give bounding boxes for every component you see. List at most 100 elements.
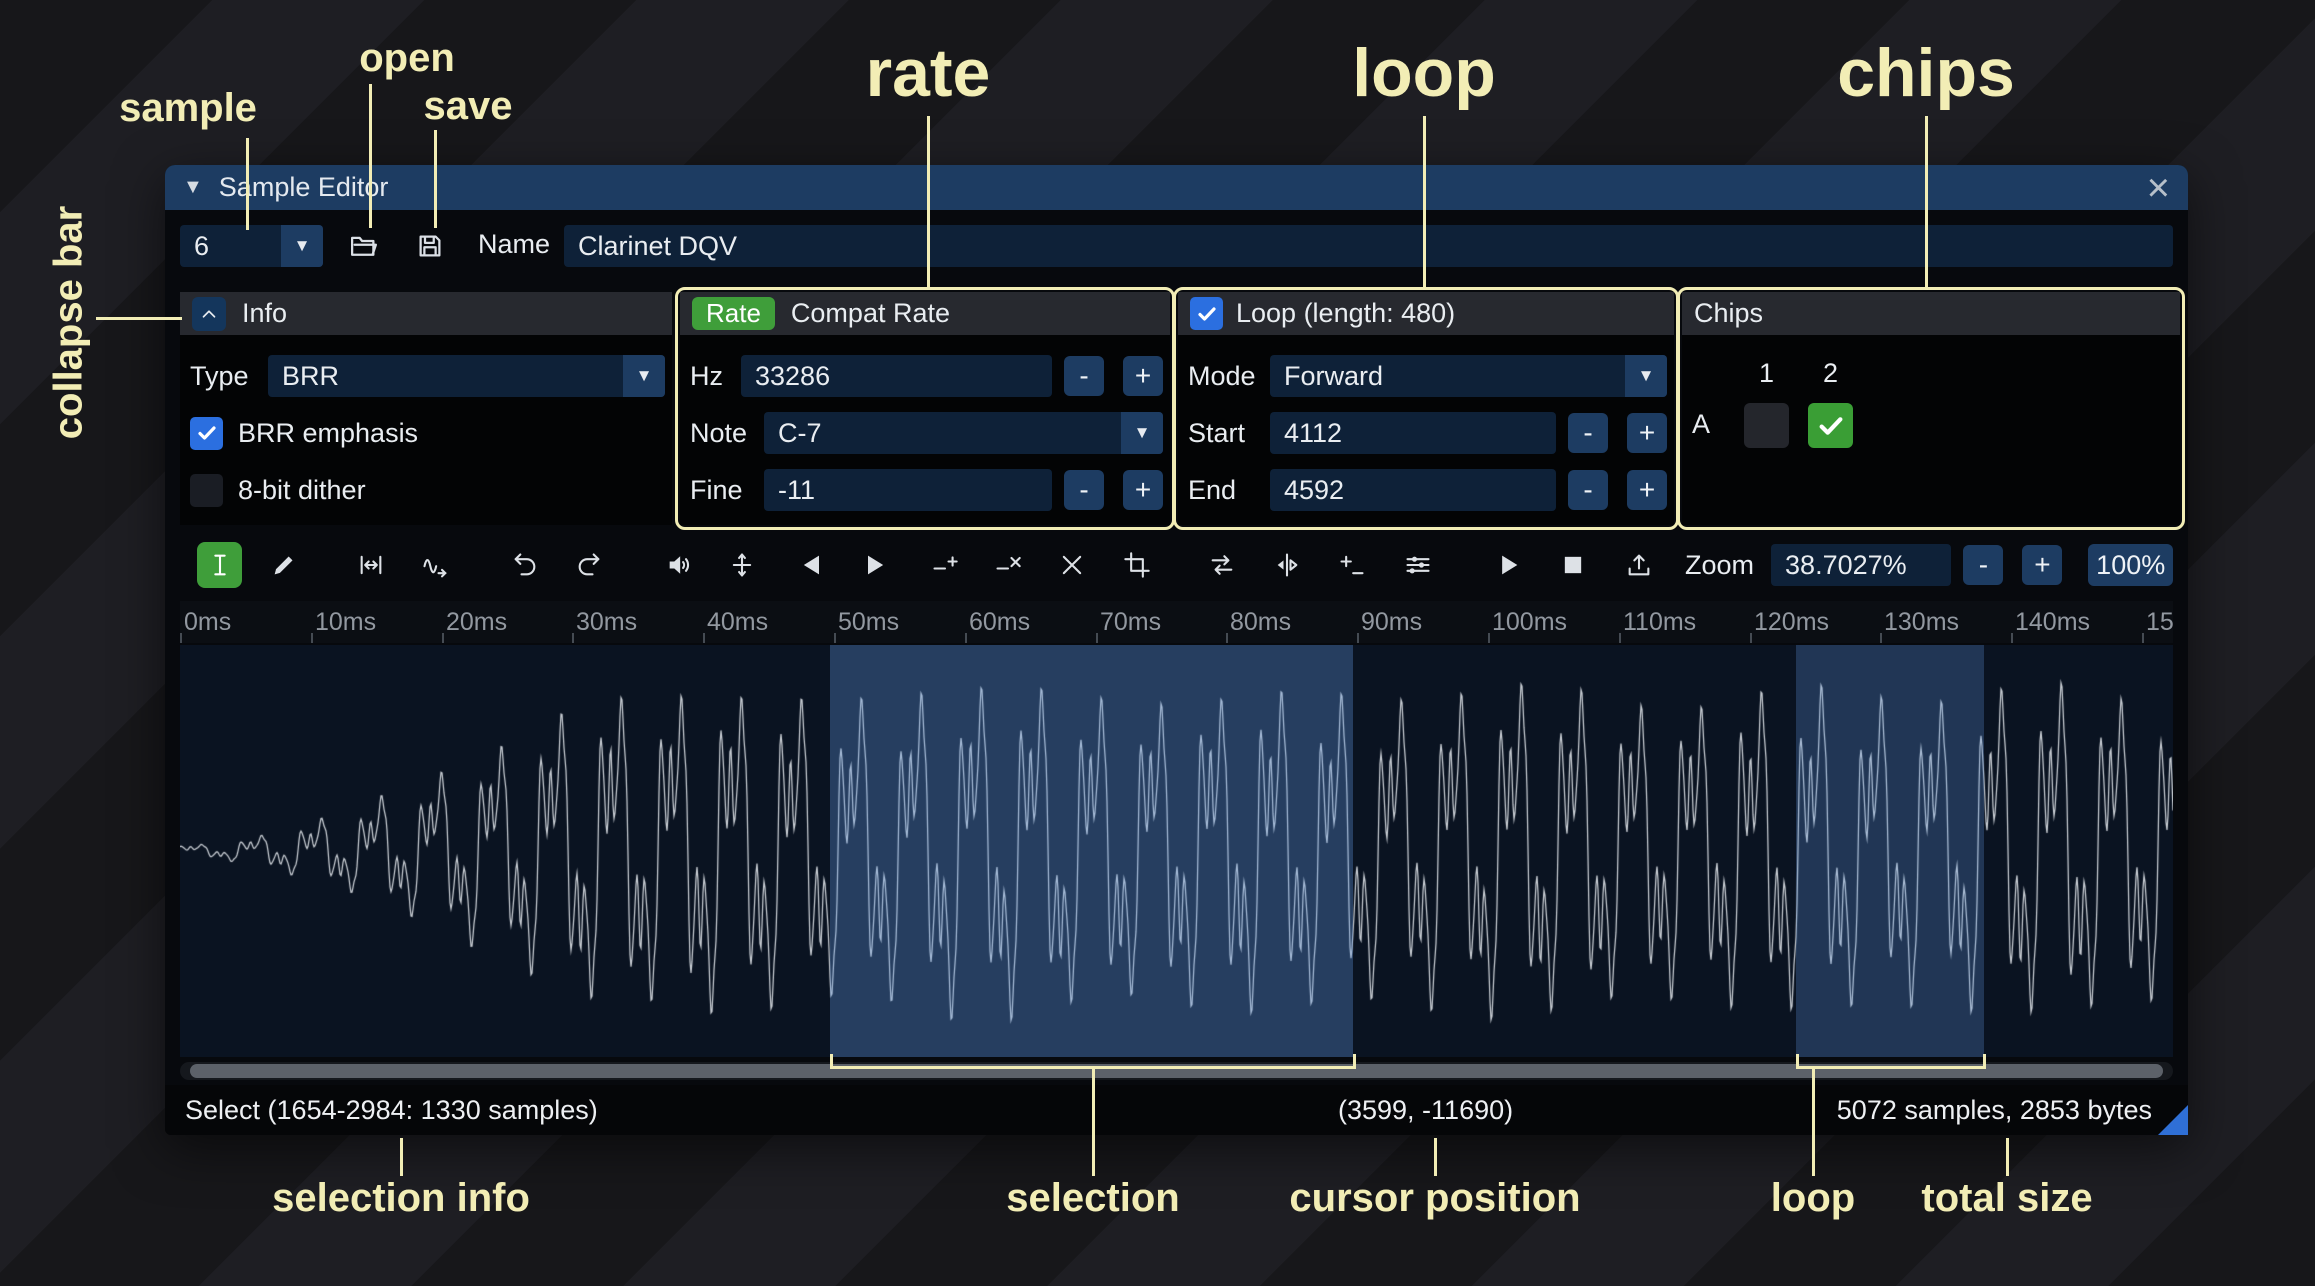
- ibeam-icon: [206, 551, 234, 579]
- redo-button[interactable]: [566, 542, 611, 588]
- invert-icon: [1273, 551, 1301, 579]
- zoom-out-button[interactable]: -: [1963, 545, 2003, 585]
- chip-column-1-label: 1: [1744, 358, 1789, 389]
- pencil-icon: [270, 551, 298, 579]
- window-titlebar[interactable]: ▼ Sample Editor ×: [165, 165, 2188, 210]
- annotation-loop: loop: [1352, 34, 1496, 112]
- import-button[interactable]: [1616, 542, 1661, 588]
- loop-mode-dropdown[interactable]: Forward ▼: [1270, 355, 1667, 397]
- sample-number-value: 6: [180, 225, 281, 267]
- chevron-down-icon: ▼: [623, 355, 665, 397]
- resize-button[interactable]: [348, 542, 393, 588]
- filter-icon: [1404, 551, 1432, 579]
- loop-start-plus-button[interactable]: +: [1627, 413, 1667, 453]
- chips-header-label: Chips: [1694, 298, 1763, 329]
- reverse-button[interactable]: [1199, 542, 1244, 588]
- timeline-tick: [1488, 633, 1490, 643]
- resize-grip[interactable]: [2158, 1105, 2188, 1135]
- type-dropdown[interactable]: BRR ▼: [268, 355, 665, 397]
- annotation-line-chips: [1925, 116, 1928, 287]
- plus-minus-icon: [1338, 551, 1366, 579]
- fade-out-icon: [861, 551, 889, 579]
- chip-2-checkbox[interactable]: [1808, 403, 1853, 448]
- close-icon[interactable]: ×: [2147, 168, 2170, 208]
- resample-button[interactable]: [412, 542, 457, 588]
- hz-input[interactable]: 33286: [741, 355, 1052, 397]
- collapse-bar-button[interactable]: [192, 297, 226, 331]
- timeline-label: 100ms: [1492, 608, 1567, 637]
- sign-button[interactable]: [1329, 542, 1374, 588]
- loop-end-plus-button[interactable]: +: [1627, 470, 1667, 510]
- fade-in-button[interactable]: [789, 542, 834, 588]
- annotation-line-collapse-bar: [96, 317, 182, 320]
- loop-enable-checkbox[interactable]: [1190, 297, 1223, 330]
- invert-button[interactable]: [1264, 542, 1309, 588]
- dither-checkbox[interactable]: [190, 474, 223, 507]
- annotation-rate: rate: [866, 34, 991, 112]
- zoom-input[interactable]: 38.7027%: [1771, 544, 1951, 586]
- delete-button[interactable]: [1049, 542, 1094, 588]
- annotation-selection-info: selection info: [272, 1176, 530, 1221]
- loop-start-minus-button[interactable]: -: [1568, 413, 1608, 453]
- apply-silence-button[interactable]: [985, 542, 1030, 588]
- window-collapse-icon[interactable]: ▼: [183, 176, 203, 199]
- hz-value: 33286: [755, 361, 830, 392]
- dither-row: 8-bit dither: [190, 469, 665, 511]
- sample-name-input[interactable]: Clarinet DQV: [564, 225, 2173, 267]
- tab-compat-rate[interactable]: Compat Rate: [791, 298, 950, 329]
- fade-out-button[interactable]: [852, 542, 897, 588]
- info-header-label: Info: [242, 298, 287, 329]
- fine-row: Fine -11 - +: [690, 469, 1163, 511]
- edit-draw-button[interactable]: [261, 542, 306, 588]
- fine-input[interactable]: -11: [764, 469, 1052, 511]
- selection-region[interactable]: [830, 645, 1353, 1057]
- sample-name-value: Clarinet DQV: [578, 231, 737, 262]
- sample-toolbar: Zoom 38.7027% - + 100%: [180, 538, 2173, 592]
- amplify-button[interactable]: [656, 542, 701, 588]
- normalize-button[interactable]: [719, 542, 764, 588]
- zoom-in-button[interactable]: +: [2022, 545, 2062, 585]
- cursor-position-text: (3599, -11690): [1338, 1095, 1513, 1126]
- filter-button[interactable]: [1395, 542, 1440, 588]
- loop-end-minus-button[interactable]: -: [1568, 470, 1608, 510]
- timeline-label: 130ms: [1884, 608, 1959, 637]
- loop-end-label: End: [1188, 475, 1270, 506]
- zoom-reset-button[interactable]: 100%: [2088, 544, 2173, 586]
- insert-silence-button[interactable]: [922, 542, 967, 588]
- timeline-label: 20ms: [446, 608, 507, 637]
- preview-button[interactable]: [1485, 542, 1530, 588]
- annotation-line-sample: [246, 138, 249, 230]
- chevron-down-icon: ▼: [281, 225, 323, 267]
- brr-emphasis-checkbox[interactable]: [190, 417, 223, 450]
- note-dropdown[interactable]: C-7 ▼: [764, 412, 1163, 454]
- chip-1-checkbox[interactable]: [1744, 403, 1789, 448]
- timeline-tick: [572, 633, 574, 643]
- timeline-ruler[interactable]: 0ms10ms20ms30ms40ms50ms60ms70ms80ms90ms1…: [180, 601, 2173, 643]
- timeline-tick: [2142, 633, 2144, 643]
- timeline-tick: [1750, 633, 1752, 643]
- loop-end-input[interactable]: 4592: [1270, 469, 1556, 511]
- stop-icon: [1559, 551, 1587, 579]
- fine-minus-button[interactable]: -: [1064, 470, 1104, 510]
- fine-plus-button[interactable]: +: [1123, 470, 1163, 510]
- annotation-bracket-selection-right: [1353, 1054, 1356, 1068]
- loop-start-input[interactable]: 4112: [1270, 412, 1556, 454]
- hz-minus-button[interactable]: -: [1064, 356, 1104, 396]
- hz-plus-button[interactable]: +: [1123, 356, 1163, 396]
- folder-open-icon: [349, 231, 379, 261]
- waveform-scrollbar[interactable]: [180, 1062, 2173, 1080]
- edit-select-button[interactable]: [197, 542, 242, 588]
- desktop-background: ▼ Sample Editor × 6 ▼ Name Clarinet DQV: [0, 0, 2315, 1286]
- sample-number-dropdown[interactable]: 6 ▼: [180, 225, 323, 267]
- waveform-view: [180, 645, 2173, 1057]
- tab-rate[interactable]: Rate: [692, 297, 775, 330]
- stop-preview-button[interactable]: [1550, 542, 1595, 588]
- timeline-label: 50ms: [838, 608, 899, 637]
- open-sample-button[interactable]: [341, 225, 386, 267]
- trim-button[interactable]: [1114, 542, 1159, 588]
- undo-button[interactable]: [502, 542, 547, 588]
- apply-silence-icon: [994, 551, 1022, 579]
- info-section: Info Type BRR ▼ BRR emphasis 8-bit dithe…: [180, 292, 672, 525]
- annotation-line-loop-bottom: [1812, 1069, 1815, 1176]
- save-sample-button[interactable]: [407, 225, 452, 267]
